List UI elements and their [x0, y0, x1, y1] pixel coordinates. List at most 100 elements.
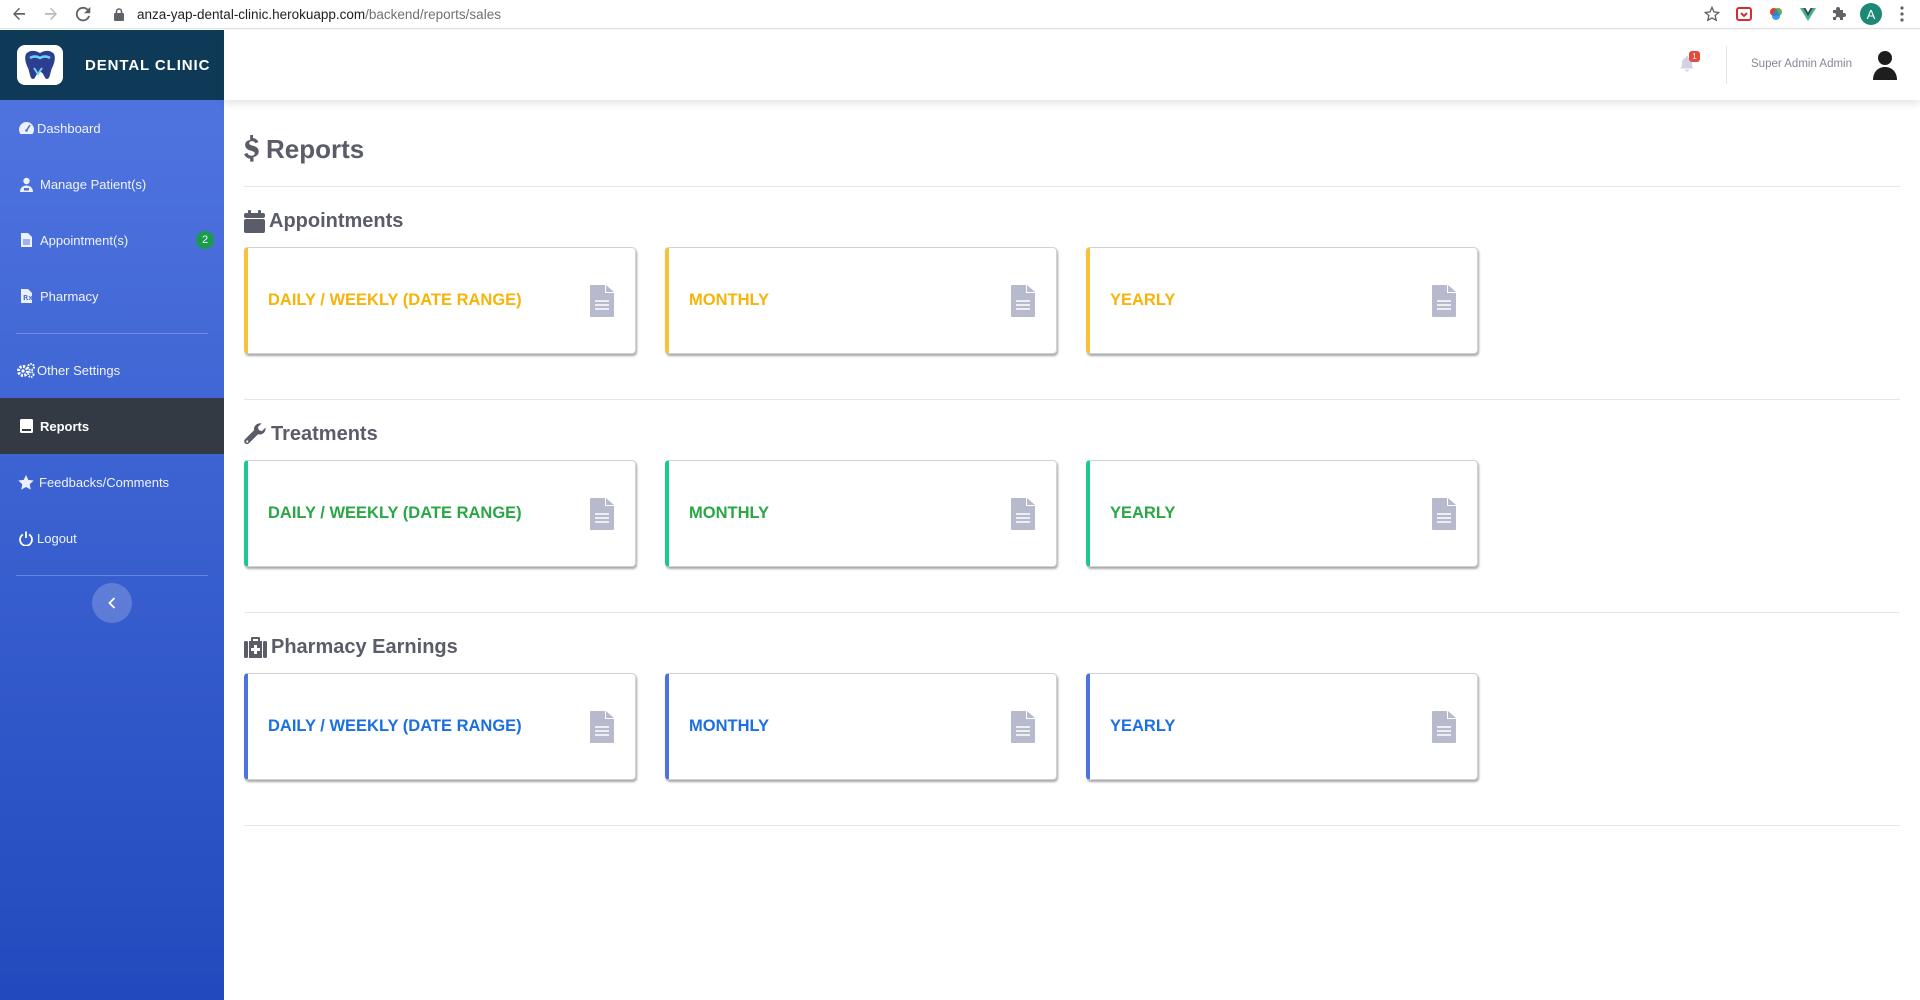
sidebar-brand[interactable]: DENTAL CLINIC — [0, 30, 224, 100]
puzzle-extension-icon[interactable] — [1828, 2, 1852, 26]
sidebar: DENTAL CLINIC Dashboard Manage Patient(s… — [0, 30, 224, 1000]
arrow-right-icon — [45, 7, 57, 20]
page-header: Reports — [244, 100, 1900, 187]
file-alt-icon — [1010, 497, 1036, 530]
main-content: Reports Appointments DAILY / WEEKLY (DAT… — [244, 100, 1900, 826]
wrench-icon — [244, 422, 267, 446]
notifications-button[interactable]: 1 — [1678, 51, 1702, 76]
appointments-count-badge: 2 — [196, 231, 214, 249]
topbar: 1 Super Admin Admin — [224, 30, 1920, 100]
appointments-yearly-card[interactable]: YEARLY — [1086, 247, 1478, 354]
card-label: YEARLY — [1110, 504, 1176, 522]
user-name[interactable]: Super Admin Admin — [1751, 58, 1852, 70]
treatments-daily-weekly-card[interactable]: DAILY / WEEKLY (DATE RANGE) — [244, 460, 636, 567]
card-label: DAILY / WEEKLY (DATE RANGE) — [268, 291, 522, 309]
medkit-icon — [244, 636, 267, 658]
brand-name: DENTAL CLINIC — [85, 56, 211, 74]
cogs-icon — [17, 361, 35, 379]
treatments-section: Treatments DAILY / WEEKLY (DATE RANGE) M… — [244, 419, 1900, 613]
card-label: DAILY / WEEKLY (DATE RANGE) — [268, 504, 522, 522]
reload-icon — [75, 6, 91, 22]
sidebar-item-label: Pharmacy — [40, 288, 99, 304]
sidebar-item-pharmacy[interactable]: Rx Pharmacy — [0, 268, 224, 324]
sidebar-item-label: Other Settings — [37, 362, 121, 378]
card-label: YEARLY — [1110, 291, 1176, 309]
card-label: YEARLY — [1110, 717, 1176, 735]
browser-extensions: A — [1700, 2, 1914, 26]
file-alt-icon — [1431, 497, 1457, 530]
kebab-menu-icon[interactable] — [1890, 2, 1914, 26]
section-title: Pharmacy Earnings — [244, 632, 1900, 662]
section-title: Treatments — [244, 419, 1900, 449]
pharmacy-monthly-card[interactable]: MONTHLY — [665, 673, 1057, 780]
sidebar-item-manage-patients[interactable]: Manage Patient(s) — [0, 156, 224, 212]
appointments-daily-weekly-card[interactable]: DAILY / WEEKLY (DATE RANGE) — [244, 247, 636, 354]
file-icon — [17, 231, 35, 249]
file-alt-icon — [589, 284, 615, 317]
address-bar[interactable]: anza-yap-dental-clinic.herokuapp.com/bac… — [112, 3, 1712, 25]
card-row: DAILY / WEEKLY (DATE RANGE) MONTHLY YEAR… — [244, 673, 1900, 780]
file-alt-icon — [1010, 284, 1036, 317]
dollar-icon — [244, 135, 260, 163]
color-extension-icon[interactable] — [1764, 2, 1788, 26]
user-avatar-icon[interactable] — [1872, 50, 1898, 80]
card-label: MONTHLY — [689, 717, 770, 735]
book-icon — [17, 417, 35, 435]
prescription-icon: Rx — [17, 287, 35, 305]
pharmacy-earnings-section: Pharmacy Earnings DAILY / WEEKLY (DATE R… — [244, 632, 1900, 826]
pharmacy-yearly-card[interactable]: YEARLY — [1086, 673, 1478, 780]
sidebar-item-label: Feedbacks/Comments — [39, 474, 170, 490]
treatments-yearly-card[interactable]: YEARLY — [1086, 460, 1478, 567]
file-alt-icon — [1010, 710, 1036, 743]
sidebar-toggle-button[interactable] — [92, 583, 132, 623]
sidebar-item-label: Dashboard — [37, 120, 101, 136]
section-title-text: Pharmacy Earnings — [271, 635, 458, 658]
forward-button[interactable] — [38, 1, 64, 27]
star-icon — [17, 473, 35, 491]
vue-extension-icon[interactable] — [1796, 2, 1820, 26]
power-icon — [17, 529, 35, 547]
bookmark-star-icon[interactable] — [1700, 2, 1724, 26]
sidebar-item-other-settings[interactable]: Other Settings — [0, 342, 224, 398]
sidebar-item-label: Appointment(s) — [40, 232, 129, 248]
sidebar-item-appointments[interactable]: Appointment(s) 2 — [0, 212, 224, 268]
sidebar-nav: Dashboard Manage Patient(s) Appointment(… — [0, 100, 224, 576]
card-label: MONTHLY — [689, 504, 770, 522]
sidebar-item-feedbacks[interactable]: Feedbacks/Comments — [0, 454, 224, 510]
browser-toolbar: anza-yap-dental-clinic.herokuapp.com/bac… — [0, 0, 1920, 29]
tachometer-icon — [17, 119, 35, 137]
appointments-section: Appointments DAILY / WEEKLY (DATE RANGE)… — [244, 206, 1900, 400]
chevron-left-icon — [108, 597, 116, 609]
reload-button[interactable] — [70, 1, 96, 27]
url-path: /backend/reports/sales — [365, 6, 501, 22]
url-host: anza-yap-dental-clinic.herokuapp.com — [137, 6, 366, 22]
file-alt-icon — [1431, 284, 1457, 317]
pharmacy-daily-weekly-card[interactable]: DAILY / WEEKLY (DATE RANGE) — [244, 673, 636, 780]
user-injured-icon — [17, 175, 35, 193]
sidebar-item-label: Logout — [37, 530, 77, 546]
sidebar-item-dashboard[interactable]: Dashboard — [0, 100, 224, 156]
topbar-divider — [1726, 46, 1727, 84]
pocket-extension-icon[interactable] — [1732, 2, 1756, 26]
file-alt-icon — [1431, 710, 1457, 743]
sidebar-item-reports[interactable]: Reports — [0, 398, 224, 454]
appointments-monthly-card[interactable]: MONTHLY — [665, 247, 1057, 354]
lock-icon — [112, 7, 126, 21]
profile-avatar[interactable]: A — [1860, 3, 1882, 25]
section-title: Appointments — [244, 206, 1900, 236]
tooth-logo-icon — [17, 45, 63, 85]
section-title-text: Treatments — [271, 422, 378, 445]
file-alt-icon — [589, 497, 615, 530]
card-row: DAILY / WEEKLY (DATE RANGE) MONTHLY YEAR… — [244, 460, 1900, 567]
card-row: DAILY / WEEKLY (DATE RANGE) MONTHLY YEAR… — [244, 247, 1900, 354]
calendar-icon — [244, 209, 265, 233]
sidebar-item-logout[interactable]: Logout — [0, 510, 224, 566]
svg-text:Rx: Rx — [23, 294, 32, 302]
page-title: Reports — [244, 134, 364, 165]
back-button[interactable] — [6, 1, 32, 27]
treatments-monthly-card[interactable]: MONTHLY — [665, 460, 1057, 567]
card-label: MONTHLY — [689, 291, 770, 309]
card-label: DAILY / WEEKLY (DATE RANGE) — [268, 717, 522, 735]
page-title-text: Reports — [266, 133, 365, 164]
sidebar-divider — [16, 575, 208, 576]
